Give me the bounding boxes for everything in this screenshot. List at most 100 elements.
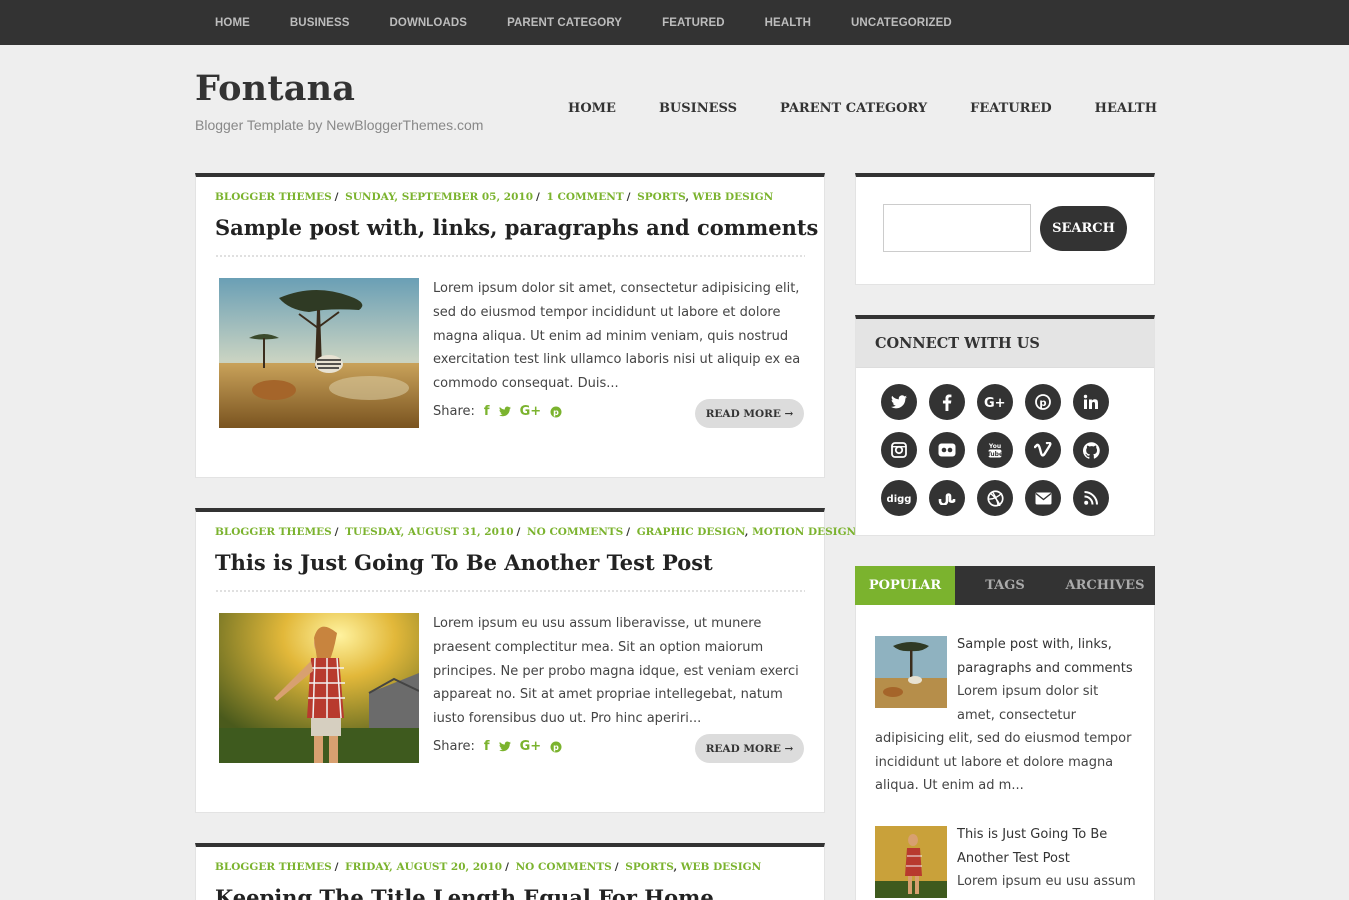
popular-post-item: Sample post with, links, paragraphs and … <box>875 633 1137 798</box>
svg-text:digg: digg <box>887 494 911 504</box>
post-comments[interactable]: 1 COMMENT <box>547 191 624 203</box>
post-title[interactable]: Keeping The Title Length Equal For Home <box>215 885 714 900</box>
share-label: Share: <box>433 739 475 754</box>
top-nav-home[interactable]: HOME <box>195 17 270 29</box>
top-nav-health[interactable]: HEALTH <box>745 17 831 29</box>
twitter-icon[interactable] <box>498 406 511 417</box>
sidebar-tabs: POPULAR TAGS ARCHIVES <box>855 566 1155 605</box>
stumbleupon-icon[interactable] <box>929 480 965 516</box>
youtube-icon[interactable]: You Tube <box>977 432 1013 468</box>
post-author[interactable]: BLOGGER THEMES <box>215 191 332 203</box>
post-label[interactable]: GRAPHIC DESIGN <box>637 526 745 538</box>
post-label[interactable]: WEB DESIGN <box>693 191 774 203</box>
google-plus-icon[interactable]: G+ <box>977 384 1013 420</box>
top-nav-downloads[interactable]: DOWNLOADS <box>370 17 488 29</box>
main-nav-home[interactable]: HOME <box>568 101 616 116</box>
pinterest-icon[interactable]: p <box>1025 384 1061 420</box>
main-nav-business[interactable]: BUSINESS <box>659 101 737 116</box>
post-meta: BLOGGER THEMES / FRIDAY, AUGUST 20, 2010/… <box>215 861 762 873</box>
top-nav-parent-category[interactable]: PARENT CATEGORY <box>487 17 642 29</box>
site-tagline: Blogger Template by NewBloggerThemes.com <box>195 117 484 133</box>
post-title[interactable]: Sample post with, links, paragraphs and … <box>215 215 818 240</box>
twitter-icon[interactable] <box>881 384 917 420</box>
post-card: BLOGGER THEMES / SUNDAY, SEPTEMBER 05, 20… <box>195 173 825 478</box>
search-widget: SEARCH <box>855 173 1155 285</box>
post-thumbnail[interactable] <box>219 613 419 763</box>
post-author[interactable]: BLOGGER THEMES <box>215 861 332 873</box>
post-label[interactable]: WEB DESIGN <box>681 861 762 873</box>
facebook-icon[interactable]: f <box>484 739 490 754</box>
site-header: Fontana Blogger Template by NewBloggerTh… <box>195 68 483 133</box>
widget-title: CONNECT WITH US <box>856 319 1154 368</box>
popular-post-item: This is Just Going To Be Another Test Po… <box>875 823 1137 898</box>
svg-text:You: You <box>988 443 1001 450</box>
tab-archives[interactable]: ARCHIVES <box>1055 566 1155 605</box>
post-date[interactable]: SUNDAY, SEPTEMBER 05, 2010 <box>345 191 533 203</box>
post-excerpt: Lorem ipsum eu usu assum liberavisse, ut… <box>433 616 799 727</box>
post-card: BLOGGER THEMES / TUESDAY, AUGUST 31, 2010… <box>195 508 856 813</box>
tab-tags[interactable]: TAGS <box>955 566 1055 605</box>
rss-icon[interactable] <box>1073 480 1109 516</box>
post-comments[interactable]: NO COMMENTS <box>527 526 623 538</box>
main-nav-health[interactable]: HEALTH <box>1095 101 1157 116</box>
post-label[interactable]: SPORTS <box>637 191 685 203</box>
top-nav-business[interactable]: BUSINESS <box>270 17 370 29</box>
email-icon[interactable] <box>1025 480 1061 516</box>
svg-text:Tube: Tube <box>987 451 1003 458</box>
vimeo-icon[interactable] <box>1025 432 1061 468</box>
digg-icon[interactable]: digg <box>881 480 917 516</box>
post-date[interactable]: FRIDAY, AUGUST 20, 2010 <box>345 861 502 873</box>
instagram-icon[interactable] <box>881 432 917 468</box>
main-nav-featured[interactable]: FEATURED <box>970 101 1052 116</box>
top-nav-uncategorized[interactable]: UNCATEGORIZED <box>831 17 972 29</box>
site-title[interactable]: Fontana <box>195 68 483 109</box>
top-navigation-bar: HOME BUSINESS DOWNLOADS PARENT CATEGORY … <box>0 0 1349 45</box>
github-icon[interactable] <box>1073 432 1109 468</box>
svg-text:p: p <box>553 408 559 417</box>
popular-post-thumbnail[interactable] <box>875 636 947 708</box>
search-input[interactable] <box>883 204 1031 252</box>
top-nav-featured[interactable]: FEATURED <box>642 17 745 29</box>
facebook-icon[interactable] <box>929 384 965 420</box>
post-date[interactable]: TUESDAY, AUGUST 31, 2010 <box>345 526 513 538</box>
post-meta: BLOGGER THEMES / SUNDAY, SEPTEMBER 05, 20… <box>215 191 774 203</box>
post-excerpt: Lorem ipsum dolor sit amet, consectetur … <box>433 281 801 392</box>
popular-post-snippet: Lorem ipsum eu usu assum <box>957 874 1136 889</box>
post-card: BLOGGER THEMES / FRIDAY, AUGUST 20, 2010/… <box>195 843 825 900</box>
tab-popular[interactable]: POPULAR <box>855 566 955 605</box>
svg-text:p: p <box>553 743 559 752</box>
search-button[interactable]: SEARCH <box>1040 206 1127 251</box>
twitter-icon[interactable] <box>498 741 511 752</box>
dribbble-icon[interactable] <box>977 480 1013 516</box>
post-author[interactable]: BLOGGER THEMES <box>215 526 332 538</box>
popular-posts-panel: Sample post with, links, paragraphs and … <box>855 605 1155 900</box>
svg-text:p: p <box>1039 398 1046 409</box>
facebook-icon[interactable]: f <box>484 404 490 419</box>
post-title[interactable]: This is Just Going To Be Another Test Po… <box>215 550 713 575</box>
main-navigation: HOME BUSINESS PARENT CATEGORY FEATURED H… <box>525 101 1157 116</box>
post-meta: BLOGGER THEMES / TUESDAY, AUGUST 31, 2010… <box>215 526 857 538</box>
read-more-button[interactable]: READ MORE → <box>695 399 804 428</box>
connect-widget: CONNECT WITH US G+ p You Tube digg <box>855 315 1155 536</box>
svg-text:G+: G+ <box>984 396 1006 409</box>
share-label: Share: <box>433 404 475 419</box>
top-nav-list: HOME BUSINESS DOWNLOADS PARENT CATEGORY … <box>195 0 972 45</box>
post-label[interactable]: MOTION DESIGN <box>752 526 856 538</box>
divider <box>215 589 805 594</box>
main-nav-parent-category[interactable]: PARENT CATEGORY <box>780 101 927 116</box>
post-thumbnail[interactable] <box>219 278 419 428</box>
read-more-button[interactable]: READ MORE → <box>695 734 804 763</box>
post-label[interactable]: SPORTS <box>625 861 673 873</box>
pinterest-icon[interactable]: p <box>550 741 562 753</box>
popular-post-thumbnail[interactable] <box>875 826 947 898</box>
google-plus-icon[interactable]: G+ <box>520 739 542 754</box>
pinterest-icon[interactable]: p <box>550 406 562 418</box>
flickr-icon[interactable] <box>929 432 965 468</box>
post-comments[interactable]: NO COMMENTS <box>516 861 612 873</box>
google-plus-icon[interactable]: G+ <box>520 404 542 419</box>
share-bar: Share: f G+ p <box>433 739 562 754</box>
linkedin-icon[interactable] <box>1073 384 1109 420</box>
divider <box>215 254 805 259</box>
social-icons: G+ p You Tube digg <box>881 384 1109 516</box>
share-bar: Share: f G+ p <box>433 404 562 419</box>
